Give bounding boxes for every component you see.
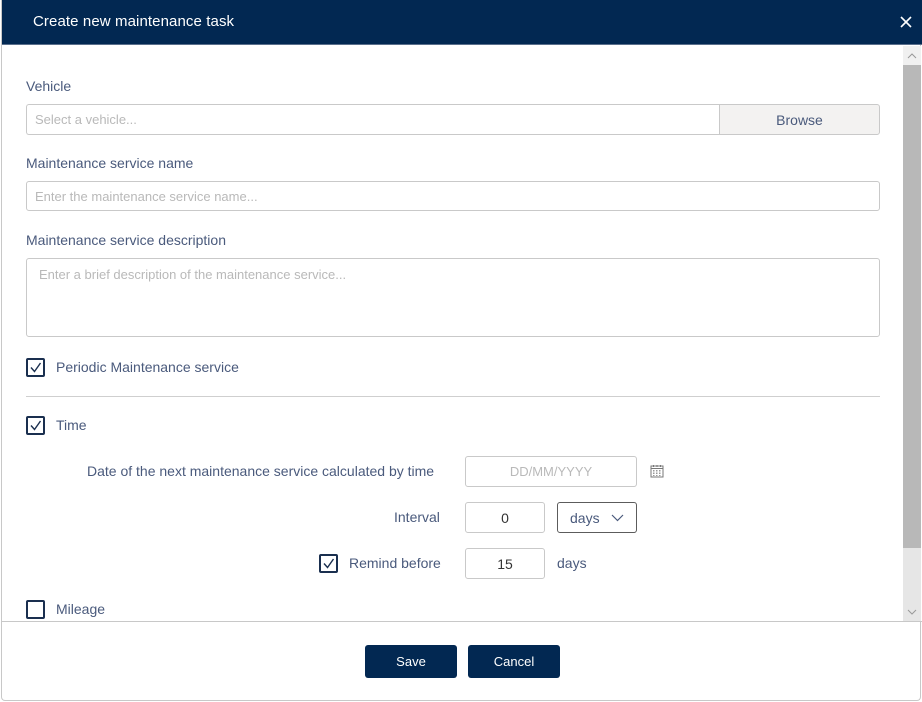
service-description-textarea[interactable]: Enter a brief description of the mainten…: [26, 258, 880, 337]
vertical-scrollbar[interactable]: [903, 46, 921, 621]
interval-label: Interval: [394, 509, 440, 525]
maintenance-task-dialog: Create new maintenance task Vehicle Sele…: [1, 0, 922, 701]
mileage-label: Mileage: [56, 601, 106, 617]
periodic-checkbox[interactable]: [26, 358, 45, 377]
periodic-label: Periodic Maintenance service: [56, 359, 239, 375]
checkmark-icon: [30, 362, 42, 373]
dialog-header: Create new maintenance task: [2, 0, 922, 45]
time-checkbox[interactable]: [26, 416, 45, 435]
vehicle-label: Vehicle: [26, 78, 72, 94]
scroll-down-button[interactable]: [903, 602, 921, 621]
remind-before-value: 15: [497, 555, 513, 572]
vehicle-placeholder: Select a vehicle...: [35, 112, 137, 127]
calendar-icon: [650, 465, 664, 478]
checkmark-icon: [323, 558, 335, 569]
chevron-up-icon: [907, 52, 917, 58]
calendar-button[interactable]: [650, 464, 664, 478]
remind-before-input[interactable]: 15: [465, 548, 545, 579]
dialog-body: Vehicle Select a vehicle... Browse Maint…: [2, 46, 922, 621]
next-date-placeholder: DD/MM/YYYY: [509, 464, 593, 479]
save-button[interactable]: Save: [365, 645, 457, 678]
next-date-label: Date of the next maintenance service cal…: [87, 463, 435, 479]
chevron-down-icon: [907, 609, 917, 615]
chevron-down-icon: [611, 514, 624, 522]
service-name-placeholder: Enter the maintenance service name...: [35, 188, 258, 204]
vehicle-input[interactable]: Select a vehicle...: [26, 104, 720, 135]
section-divider: [26, 396, 880, 397]
interval-input[interactable]: 0: [465, 502, 545, 533]
service-name-input[interactable]: Enter the maintenance service name...: [26, 181, 880, 211]
browse-button[interactable]: Browse: [719, 104, 880, 135]
next-date-input[interactable]: DD/MM/YYYY: [465, 456, 637, 487]
time-label: Time: [56, 417, 87, 433]
service-name-label: Maintenance service name: [26, 155, 194, 171]
interval-unit-value: days: [570, 509, 600, 526]
checkmark-icon: [30, 420, 42, 431]
scroll-thumb[interactable]: [903, 65, 921, 548]
cancel-button[interactable]: Cancel: [468, 645, 560, 678]
interval-value: 0: [501, 509, 509, 526]
close-button[interactable]: [896, 12, 916, 32]
service-description-placeholder: Enter a brief description of the mainten…: [39, 267, 347, 282]
dialog-title: Create new maintenance task: [33, 13, 235, 30]
dialog-footer: Save Cancel: [2, 621, 922, 701]
remind-before-checkbox[interactable]: [319, 554, 338, 573]
service-description-label: Maintenance service description: [26, 232, 226, 248]
remind-before-label: Remind before: [349, 555, 441, 571]
mileage-checkbox[interactable]: [26, 600, 45, 619]
interval-unit-select[interactable]: days: [557, 502, 637, 533]
scroll-up-button[interactable]: [903, 46, 921, 65]
remind-before-unit: days: [557, 555, 587, 571]
close-icon: [900, 16, 912, 28]
